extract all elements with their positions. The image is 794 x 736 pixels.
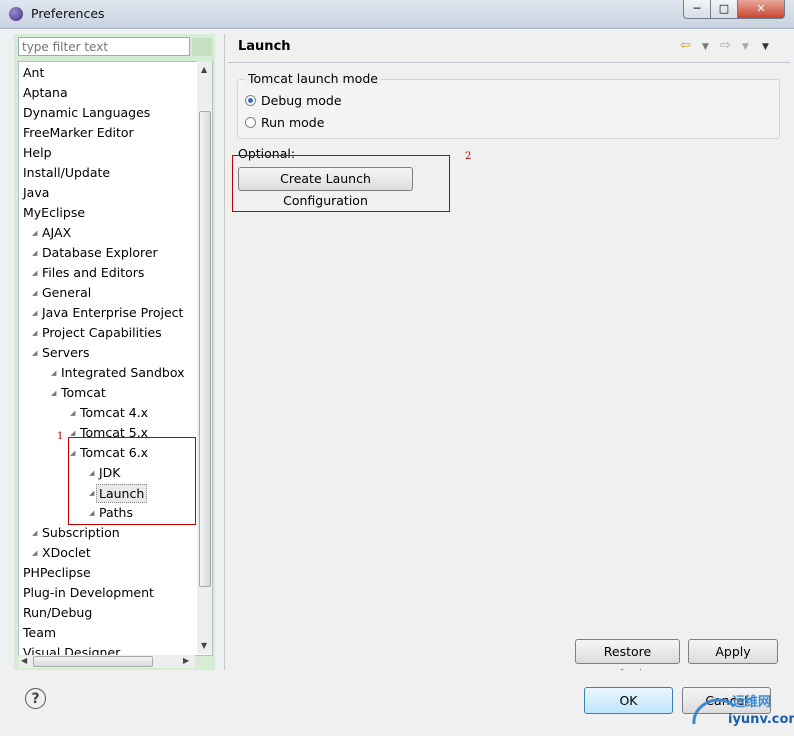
annotation-number-1: 1 bbox=[57, 431, 64, 442]
title-bar: Preferences ─ □ ✕ bbox=[0, 0, 794, 29]
tree-expand-icon[interactable]: ◢ bbox=[51, 369, 56, 377]
tree-item[interactable]: Tomcat 4.x bbox=[80, 404, 148, 421]
window-title: Preferences bbox=[31, 6, 105, 21]
horizontal-scroll-thumb[interactable] bbox=[33, 656, 153, 667]
run-mode-label[interactable]: Run mode bbox=[261, 115, 324, 130]
minimize-icon: ─ bbox=[693, 2, 701, 15]
tree-item[interactable]: General bbox=[42, 284, 91, 301]
debug-mode-radio[interactable] bbox=[245, 95, 256, 106]
debug-mode-label[interactable]: Debug mode bbox=[261, 93, 342, 108]
maximize-button[interactable]: □ bbox=[710, 0, 738, 19]
restore-defaults-button[interactable]: Restore Defaults bbox=[575, 639, 680, 682]
tree-item[interactable]: Dynamic Languages bbox=[23, 104, 150, 121]
ok-button[interactable]: OK bbox=[584, 687, 673, 714]
help-icon[interactable]: ? bbox=[25, 688, 46, 709]
back-menu-chevron-icon[interactable]: ▼ bbox=[702, 42, 709, 52]
scroll-down-icon[interactable]: ▼ bbox=[201, 641, 207, 650]
vertical-scroll-thumb[interactable] bbox=[199, 111, 211, 587]
scroll-up-icon[interactable]: ▲ bbox=[201, 65, 207, 74]
tree-item[interactable]: Java Enterprise Project bbox=[42, 304, 183, 321]
tree-item[interactable]: Help bbox=[23, 144, 52, 161]
tree-expand-icon[interactable]: ◢ bbox=[32, 329, 37, 337]
tree-item[interactable]: Ant bbox=[23, 64, 44, 81]
close-icon: ✕ bbox=[756, 2, 766, 15]
close-window-button[interactable]: ✕ bbox=[737, 0, 785, 19]
annotation-box-2 bbox=[232, 155, 450, 212]
tree-item[interactable]: Project Capabilities bbox=[42, 324, 162, 341]
tree-expand-icon[interactable]: ◢ bbox=[32, 349, 37, 357]
tree-expand-icon[interactable]: ◢ bbox=[32, 229, 37, 237]
apply-button[interactable]: Apply bbox=[688, 639, 778, 664]
run-mode-radio[interactable] bbox=[245, 117, 256, 128]
preferences-tree: Ant Aptana Dynamic Languages FreeMarker Edi… bbox=[18, 61, 213, 656]
tree-item[interactable]: Tomcat bbox=[61, 384, 106, 401]
tree-expand-icon[interactable]: ◢ bbox=[32, 309, 37, 317]
tree-item[interactable]: Aptana bbox=[23, 84, 68, 101]
tree-item[interactable]: Plug-in Development bbox=[23, 584, 154, 601]
launch-mode-group bbox=[237, 79, 780, 139]
tree-horizontal-scrollbar[interactable]: ◀ ▶ bbox=[19, 655, 195, 668]
tree-item[interactable]: PHPeclipse bbox=[23, 564, 91, 581]
title-separator bbox=[228, 62, 790, 63]
scroll-left-icon[interactable]: ◀ bbox=[21, 656, 27, 665]
tree-expand-icon[interactable]: ◢ bbox=[32, 249, 37, 257]
maximize-icon: □ bbox=[718, 2, 730, 15]
tree-expand-icon[interactable]: ◢ bbox=[32, 289, 37, 297]
tree-expand-icon[interactable]: ◢ bbox=[32, 529, 37, 537]
annotation-box-1 bbox=[68, 437, 196, 525]
tree-item[interactable]: Database Explorer bbox=[42, 244, 158, 261]
tree-item[interactable]: Install/Update bbox=[23, 164, 110, 181]
chevron-down-icon[interactable]: ▼ bbox=[762, 42, 769, 52]
tree-item[interactable]: Files and Editors bbox=[42, 264, 144, 281]
watermark-url: iyunv.com bbox=[728, 712, 794, 727]
tree-item[interactable]: MyEclipse bbox=[23, 204, 85, 221]
forward-menu-chevron-icon[interactable]: ▼ bbox=[742, 42, 749, 52]
tree-expand-icon[interactable]: ◢ bbox=[70, 409, 75, 417]
tree-item[interactable]: XDoclet bbox=[42, 544, 91, 561]
clear-filter-button[interactable] bbox=[192, 38, 212, 56]
tree-item[interactable]: Integrated Sandbox bbox=[61, 364, 184, 381]
tree-vertical-scrollbar[interactable]: ▲ ▼ bbox=[197, 61, 212, 654]
annotation-number-2: 2 bbox=[465, 151, 472, 162]
tree-expand-icon[interactable]: ◢ bbox=[32, 269, 37, 277]
tree-item[interactable]: Team bbox=[23, 624, 56, 641]
arrow-right-icon[interactable]: ⇨ bbox=[720, 38, 731, 53]
page-title: Launch bbox=[238, 39, 291, 54]
tree-item[interactable]: Subscription bbox=[42, 524, 120, 541]
launch-mode-group-label: Tomcat launch mode bbox=[245, 71, 381, 86]
dialog-button-bar bbox=[0, 670, 794, 736]
tree-expand-icon[interactable]: ◢ bbox=[51, 389, 56, 397]
tree-item[interactable]: FreeMarker Editor bbox=[23, 124, 134, 141]
tree-item[interactable]: AJAX bbox=[42, 224, 71, 241]
scroll-right-icon[interactable]: ▶ bbox=[183, 656, 189, 665]
arrow-left-icon[interactable]: ⇦ bbox=[680, 38, 691, 53]
tree-item[interactable]: Run/Debug bbox=[23, 604, 92, 621]
tree-item[interactable]: Servers bbox=[42, 344, 90, 361]
minimize-button[interactable]: ─ bbox=[683, 0, 711, 19]
tree-expand-icon[interactable]: ◢ bbox=[70, 429, 75, 437]
eclipse-icon bbox=[9, 7, 23, 21]
tree-item[interactable]: Java bbox=[23, 184, 49, 201]
tree-expand-icon[interactable]: ◢ bbox=[32, 549, 37, 557]
filter-input[interactable] bbox=[18, 37, 190, 56]
watermark-text: 运维网 bbox=[732, 695, 772, 710]
